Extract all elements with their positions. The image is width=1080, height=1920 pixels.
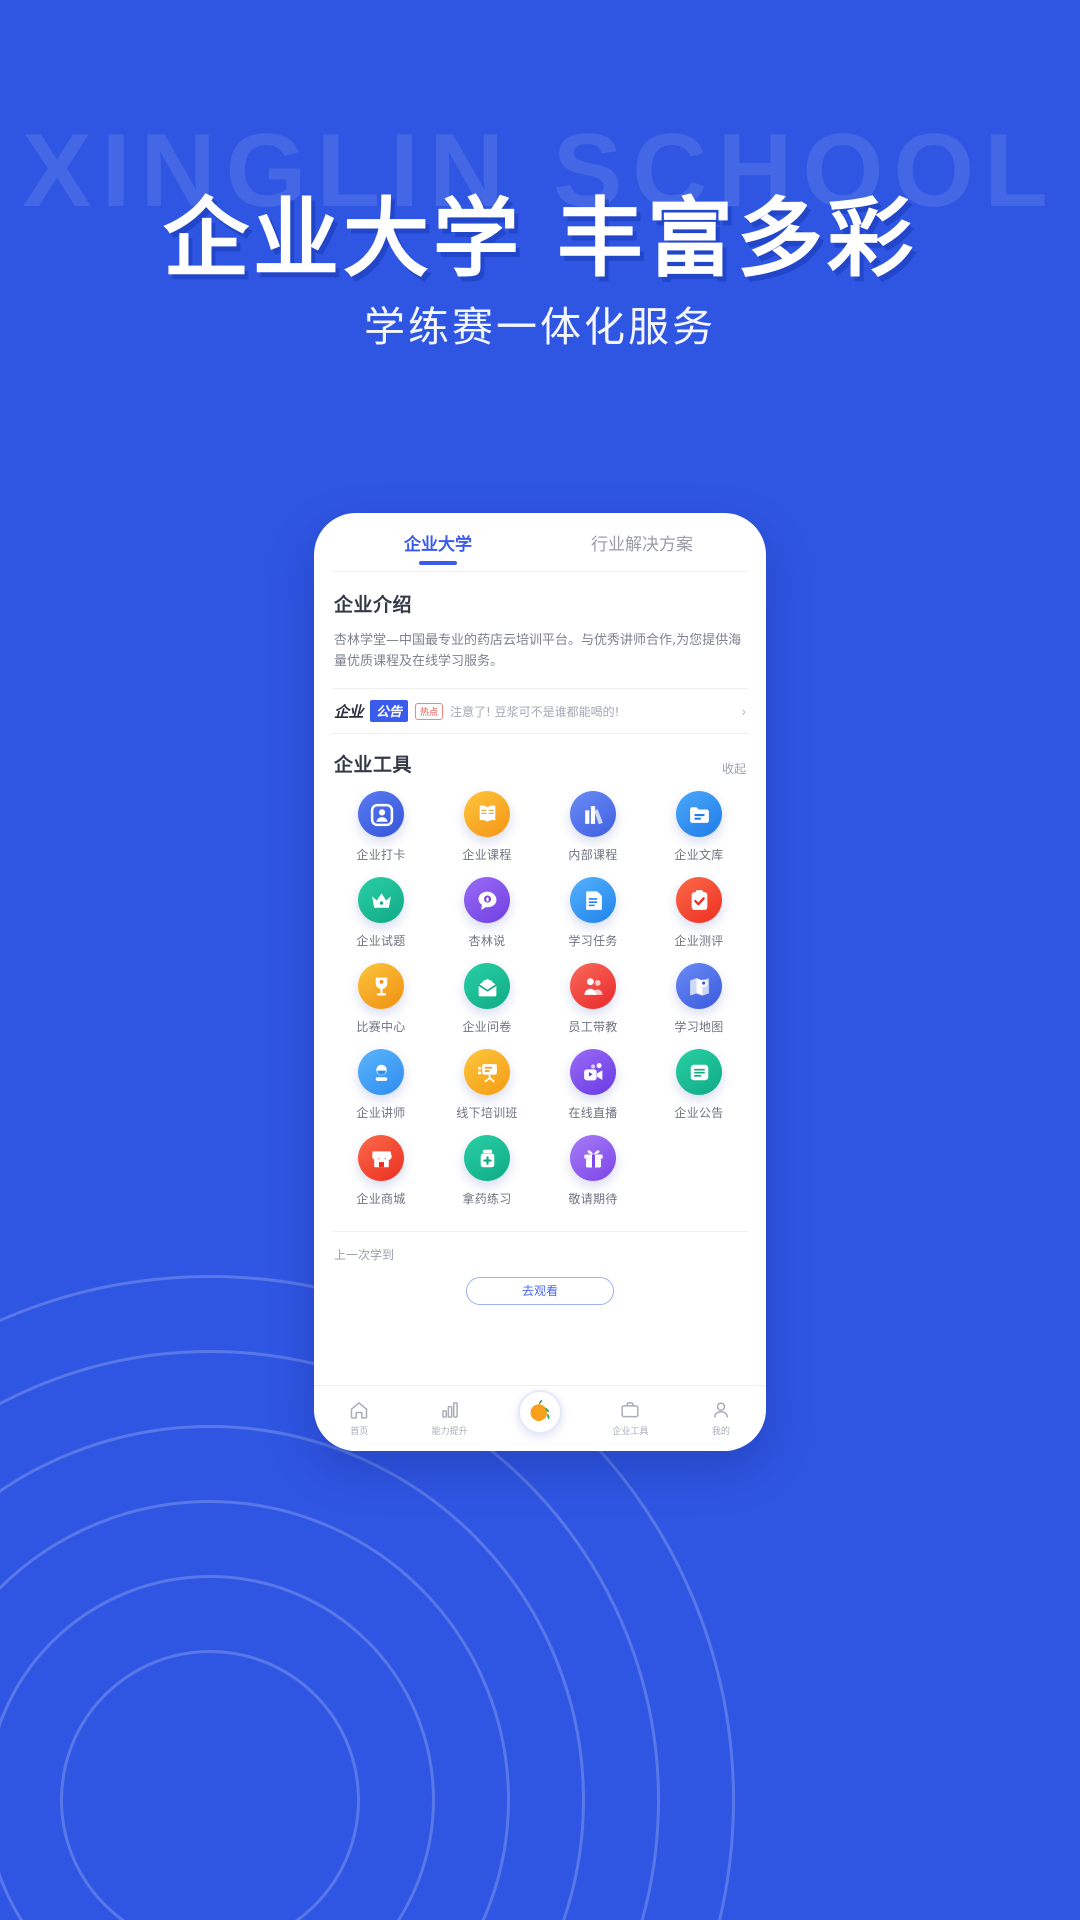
tool-item[interactable]: 杏林说 <box>434 877 540 949</box>
trophy-icon <box>358 963 404 1010</box>
map-icon <box>676 963 722 1010</box>
nav-label: 企业工具 <box>612 1427 649 1437</box>
briefcase-icon <box>621 1402 640 1418</box>
tool-item[interactable]: 企业文库 <box>646 791 752 863</box>
tool-label: 内部课程 <box>568 848 618 863</box>
tool-item[interactable]: 企业商城 <box>328 1135 434 1207</box>
tool-label: 员工带教 <box>568 1020 618 1035</box>
promo-banner: XINGLIN SCHOOL 企业大学 丰富多彩 学练赛一体化服务 企业大学 行… <box>0 0 1080 1920</box>
notice-section: 企业 公告 热点 注意了! 豆浆可不是谁都能喝的! › <box>314 676 766 735</box>
tool-item[interactable]: 企业课程 <box>434 791 540 863</box>
nav-item-briefcase[interactable]: 企业工具 <box>585 1400 675 1437</box>
tool-label: 拿药练习 <box>462 1192 512 1207</box>
whiteboard-icon <box>464 1049 510 1096</box>
collapse-button[interactable]: 收起 <box>722 760 746 777</box>
tool-item[interactable]: 企业测评 <box>646 877 752 949</box>
tool-label: 学习任务 <box>568 934 618 949</box>
notice-tag: 公告 <box>370 700 409 723</box>
tools-grid: 企业打卡 企业课程 内部课程 企业文库企业试题 杏林说 学习任务 企业测评比赛中心 企业问卷 员… <box>314 781 766 1225</box>
orange-logo-icon[interactable] <box>518 1389 563 1434</box>
mentor-icon <box>570 963 616 1010</box>
folder-icon <box>676 791 722 838</box>
tool-label: 企业打卡 <box>356 848 406 863</box>
user-icon <box>713 1402 728 1418</box>
tool-item[interactable]: 企业讲师 <box>328 1049 434 1121</box>
tool-label: 企业公告 <box>674 1106 724 1121</box>
tools-header: 企业工具 收起 <box>314 734 766 781</box>
checkin-icon <box>358 791 404 838</box>
task-icon <box>570 877 616 924</box>
hero-subhead: 学练赛一体化服务 <box>364 303 716 351</box>
tool-item[interactable]: 学习任务 <box>540 877 646 949</box>
nav-item-user[interactable]: 我的 <box>676 1400 766 1437</box>
tool-label: 企业课程 <box>462 848 512 863</box>
tool-label: 企业问卷 <box>462 1020 512 1035</box>
tool-item[interactable]: 在线直播 <box>540 1049 646 1121</box>
bottom-nav: 首页 能力提升 企业工具 我的 <box>314 1385 766 1451</box>
phone-mockup: 企业大学 行业解决方案 企业介绍 杏林学堂—中国最专业的药店云培训平台。与优秀讲… <box>314 513 766 1451</box>
chevron-right-icon[interactable]: › <box>741 703 746 719</box>
chart-icon <box>441 1402 458 1418</box>
intro-body: 杏林学堂—中国最专业的药店云培训平台。与优秀讲师合作,为您提供海量优质课程及在线… <box>334 633 742 670</box>
tool-label: 企业试题 <box>356 934 406 949</box>
shop-icon <box>358 1135 404 1182</box>
tool-item[interactable]: 内部课程 <box>540 791 646 863</box>
nav-item-chart[interactable]: 能力提升 <box>404 1400 494 1437</box>
tool-item[interactable]: 线下培训班 <box>434 1049 540 1121</box>
hot-badge: 热点 <box>415 702 444 720</box>
tool-label: 线下培训班 <box>456 1106 518 1121</box>
tools-title: 企业工具 <box>334 754 413 777</box>
teacher-icon <box>358 1049 404 1096</box>
tool-item[interactable]: 拿药练习 <box>434 1135 540 1207</box>
notice-brand: 企业 <box>334 702 364 721</box>
intro-title: 企业介绍 <box>334 594 413 616</box>
crown-icon <box>358 877 404 924</box>
speech-icon <box>464 877 510 924</box>
content-scroll[interactable]: 企业介绍 杏林学堂—中国最专业的药店云培训平台。与优秀讲师合作,为您提供海量优质… <box>314 572 766 1385</box>
tool-label: 敬请期待 <box>568 1192 618 1207</box>
tool-item[interactable]: 企业试题 <box>328 877 434 949</box>
tool-label: 企业测评 <box>674 934 724 949</box>
tool-item[interactable]: 比赛中心 <box>328 963 434 1035</box>
watch-button[interactable]: 去观看 <box>466 1277 614 1306</box>
tool-item[interactable]: 员工带教 <box>540 963 646 1035</box>
nav-item-home[interactable]: 首页 <box>314 1400 404 1437</box>
tab-bar: 企业大学 行业解决方案 <box>314 513 766 571</box>
nav-label: 我的 <box>711 1427 730 1437</box>
tool-label: 杏林说 <box>468 934 506 949</box>
library-icon <box>570 791 616 838</box>
hero-headline: 企业大学 丰富多彩 <box>163 189 917 289</box>
announcement-bar[interactable]: 企业 公告 热点 注意了! 豆浆可不是谁都能喝的! › <box>332 689 748 733</box>
tool-label: 企业商城 <box>356 1192 406 1207</box>
gift-icon <box>570 1135 616 1182</box>
camera-icon <box>570 1049 616 1096</box>
tool-label: 比赛中心 <box>356 1020 406 1035</box>
notice-text: 注意了! 豆浆可不是谁都能喝的! <box>450 704 620 719</box>
tool-item[interactable]: 企业问卷 <box>434 963 540 1035</box>
nav-label: 能力提升 <box>431 1427 468 1437</box>
book-icon <box>464 791 510 838</box>
last-study-section: 上一次学到 去观看 <box>332 1231 748 1306</box>
tool-label: 学习地图 <box>674 1020 724 1035</box>
nav-item-logo[interactable] <box>495 1389 585 1434</box>
intro-section: 企业介绍 杏林学堂—中国最专业的药店云培训平台。与优秀讲师合作,为您提供海量优质… <box>314 572 766 676</box>
survey-icon <box>464 963 510 1010</box>
tool-item[interactable]: 企业打卡 <box>328 791 434 863</box>
clipboard-icon <box>676 877 722 924</box>
announce-icon <box>676 1049 722 1096</box>
tool-label: 在线直播 <box>568 1106 618 1121</box>
medicine-icon <box>464 1135 510 1182</box>
tool-label: 企业讲师 <box>356 1106 406 1121</box>
tab-industry-solutions[interactable]: 行业解决方案 <box>540 530 744 555</box>
tab-enterprise-university[interactable]: 企业大学 <box>336 530 540 555</box>
tool-label: 企业文库 <box>674 848 724 863</box>
home-icon <box>350 1402 368 1419</box>
tool-item[interactable]: 敬请期待 <box>540 1135 646 1207</box>
tool-item[interactable]: 企业公告 <box>646 1049 752 1121</box>
nav-label: 首页 <box>350 1427 369 1437</box>
last-study-label: 上一次学到 <box>334 1248 395 1263</box>
tool-item[interactable]: 学习地图 <box>646 963 752 1035</box>
